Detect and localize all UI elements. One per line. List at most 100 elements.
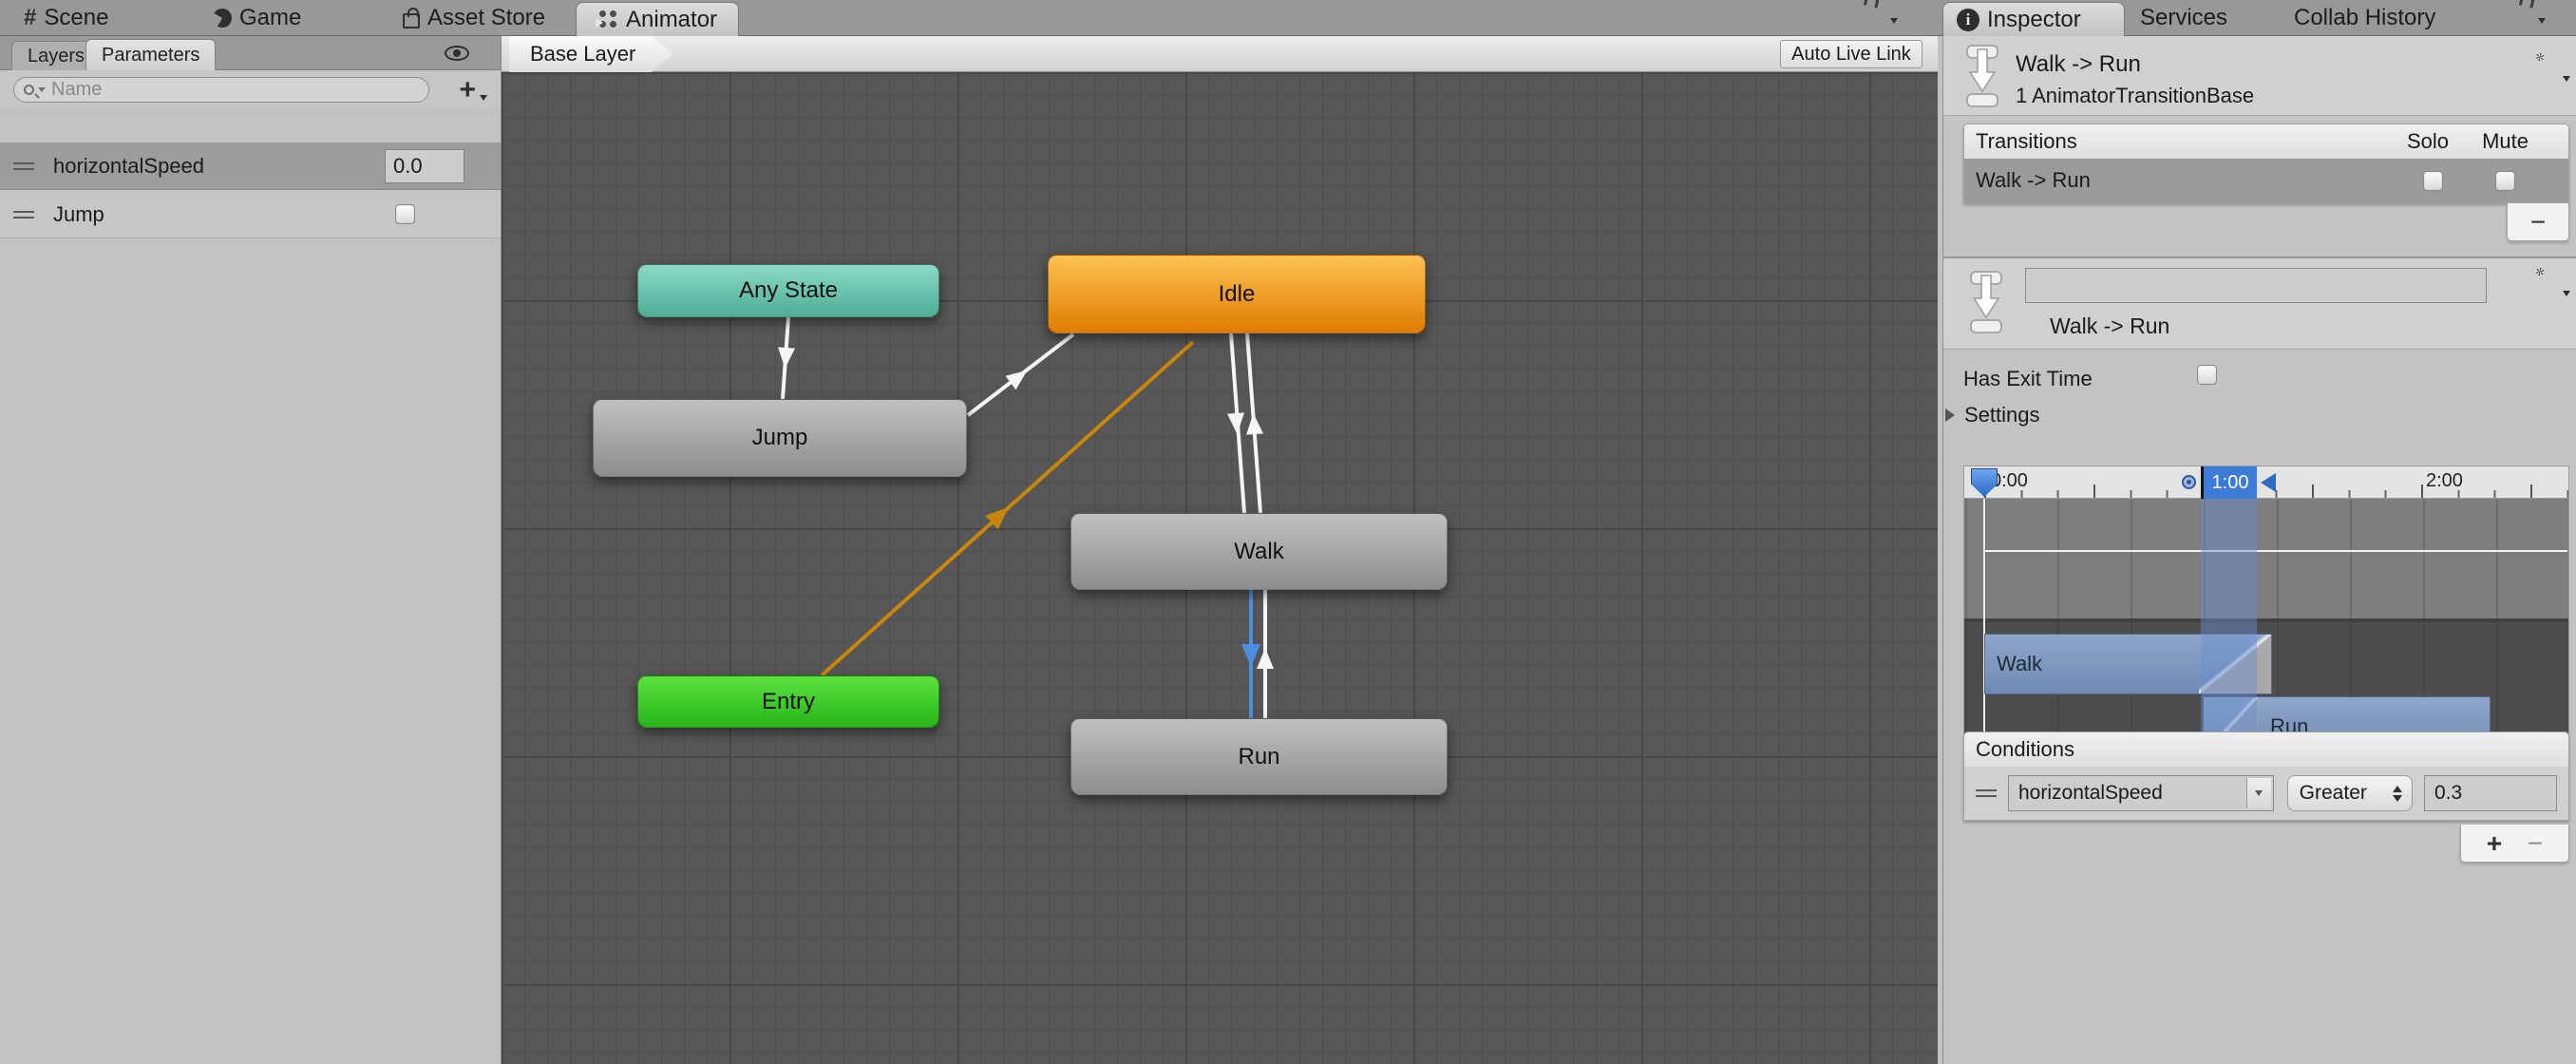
tab-services[interactable]: Services bbox=[2140, 0, 2227, 36]
transition-timeline[interactable]: 0:00 2:00 1:00 Walk Run bbox=[1963, 466, 2569, 757]
condition-row: horizontalSpeed Greater bbox=[1964, 767, 2568, 820]
parameters-panel: Layers Parameters + horizontalSpeed Jump bbox=[0, 36, 502, 1064]
selected-time-label: 1:00 bbox=[2211, 471, 2249, 493]
parameter-name: Jump bbox=[53, 201, 104, 226]
transitions-section-header: Transitions Solo Mute bbox=[1964, 124, 2568, 159]
condition-operator-dropdown[interactable]: Greater bbox=[2286, 775, 2413, 811]
timeline-body[interactable]: Walk Run bbox=[1964, 499, 2568, 757]
condition-operator-value: Greater bbox=[2299, 782, 2367, 804]
state-node-label: Entry bbox=[761, 688, 815, 714]
condition-value-field[interactable] bbox=[2424, 775, 2557, 811]
drag-handle-icon[interactable] bbox=[1976, 789, 1997, 797]
has-exit-time-label: Has Exit Time bbox=[1963, 367, 2093, 390]
scene-grid-icon: # bbox=[24, 5, 37, 30]
drag-handle-icon[interactable] bbox=[13, 162, 34, 170]
selected-time-badge[interactable]: 1:00 bbox=[2201, 466, 2257, 499]
parameter-checkbox[interactable] bbox=[395, 204, 415, 224]
dropdown-arrow-segment bbox=[2245, 778, 2271, 808]
transition-name-block: Walk -> Run bbox=[1943, 258, 2576, 350]
tab-asset-store[interactable]: Asset Store bbox=[403, 0, 545, 36]
transitions-title: Transitions bbox=[1976, 129, 2077, 153]
transition-name-label: Walk -> Run bbox=[2050, 314, 2170, 338]
settings-foldout-label[interactable]: Settings bbox=[1964, 403, 2040, 428]
mute-checkbox[interactable] bbox=[2495, 170, 2515, 191]
add-parameter-button[interactable]: + bbox=[459, 74, 487, 106]
transition-name-field[interactable] bbox=[2025, 268, 2487, 303]
drag-handle-icon[interactable] bbox=[13, 210, 34, 218]
state-node-entry[interactable]: Entry bbox=[637, 675, 939, 728]
tab-collab-history-label: Collab History bbox=[2294, 5, 2436, 30]
chevron-down-icon bbox=[2255, 790, 2263, 796]
playhead-icon[interactable] bbox=[1971, 468, 1998, 497]
parameter-search-row: + bbox=[0, 70, 501, 108]
add-parameter-plus: + bbox=[459, 74, 476, 105]
has-exit-time-checkbox[interactable] bbox=[2197, 365, 2217, 385]
conditions-title: Conditions bbox=[1976, 737, 2074, 761]
settings-foldout-icon[interactable] bbox=[1945, 408, 1955, 422]
asset-store-bag-icon bbox=[403, 8, 420, 28]
tab-game-label: Game bbox=[239, 5, 302, 30]
parameter-name: horizontalSpeed bbox=[53, 153, 205, 178]
inspector-panel: Walk -> Run 1 AnimatorTransitionBase Tra… bbox=[1942, 36, 2576, 1064]
parameter-row-jump[interactable]: Jump bbox=[0, 191, 501, 238]
parameter-search-field[interactable] bbox=[13, 77, 429, 103]
tab-collab-history[interactable]: Collab History bbox=[2294, 0, 2435, 36]
auto-live-link-label: Auto Live Link bbox=[1791, 43, 1911, 65]
timeline-ruler[interactable]: 0:00 2:00 1:00 bbox=[1964, 466, 2568, 499]
state-node-label: Walk bbox=[1234, 538, 1284, 564]
transition-icon bbox=[1966, 45, 1998, 107]
layer-breadcrumb-bar: Base Layer Auto Live Link bbox=[502, 36, 1938, 72]
tab-scene[interactable]: # Scene bbox=[24, 0, 108, 36]
playhead-line bbox=[1983, 499, 1985, 745]
state-node-walk[interactable]: Walk bbox=[1070, 513, 1448, 590]
gear-dropdown-icon bbox=[2563, 291, 2570, 296]
parameters-panel-tabs: Layers Parameters bbox=[0, 36, 501, 70]
parameter-value-field[interactable] bbox=[385, 148, 464, 183]
exit-time-marker-icon[interactable] bbox=[2261, 473, 2276, 492]
ruler-label-2: 2:00 bbox=[2426, 470, 2463, 491]
state-node-label: Jump bbox=[751, 425, 808, 450]
breadcrumb-label: Base Layer bbox=[530, 42, 636, 66]
animator-graph-panel: Base Layer Auto Live Link Any State Idle… bbox=[502, 36, 1938, 1064]
state-node-run[interactable]: Run bbox=[1070, 718, 1448, 795]
parameter-row-horizontalspeed[interactable]: horizontalSpeed bbox=[0, 142, 501, 190]
eye-icon[interactable] bbox=[445, 46, 469, 61]
inspector-title: Walk -> Run bbox=[2016, 51, 2141, 77]
state-machine-canvas[interactable]: Any State Idle Jump Walk Entry Run bbox=[502, 72, 1938, 1064]
state-node-any-state[interactable]: Any State bbox=[637, 264, 939, 317]
condition-parameter-dropdown[interactable]: horizontalSpeed bbox=[2008, 775, 2274, 811]
breadcrumb-base-layer[interactable]: Base Layer bbox=[509, 36, 672, 72]
transition-row-label: Walk -> Run bbox=[1976, 168, 2091, 192]
search-input[interactable] bbox=[51, 79, 393, 101]
gear-dropdown-icon bbox=[2563, 76, 2570, 82]
state-node-label: Run bbox=[1238, 743, 1280, 770]
transition-row-walk-run[interactable]: Walk -> Run bbox=[1964, 159, 2568, 202]
inspector-header: Walk -> Run 1 AnimatorTransitionBase bbox=[1943, 36, 2576, 116]
game-icon bbox=[213, 9, 232, 28]
auto-live-link-button[interactable]: Auto Live Link bbox=[1780, 40, 1923, 68]
state-node-idle[interactable]: Idle bbox=[1048, 255, 1426, 333]
stepper-arrows-icon bbox=[2393, 785, 2402, 802]
remove-transition-button[interactable]: − bbox=[2530, 207, 2546, 238]
transition-remove-tray: − bbox=[2507, 203, 2569, 241]
tab-animator[interactable]: Animator bbox=[576, 2, 740, 36]
tab-services-label: Services bbox=[2140, 5, 2228, 30]
transition-offset-marker-icon[interactable] bbox=[2182, 475, 2196, 489]
solo-column-label: Solo bbox=[2406, 129, 2449, 153]
condition-parameter-value: horizontalSpeed bbox=[2018, 782, 2163, 804]
inspector-info-icon: i bbox=[1957, 8, 1979, 31]
solo-checkbox[interactable] bbox=[2423, 170, 2443, 191]
tab-parameters[interactable]: Parameters bbox=[85, 39, 217, 70]
remove-condition-button[interactable]: − bbox=[2528, 828, 2543, 859]
add-condition-button[interactable]: + bbox=[2487, 828, 2502, 859]
conditions-section: Conditions horizontalSpeed Greater bbox=[1963, 732, 2569, 821]
top-tab-bar: # Scene Game Asset Store Animator i Insp… bbox=[0, 0, 2576, 36]
tab-inspector[interactable]: i Inspector bbox=[1942, 2, 2125, 36]
state-node-jump[interactable]: Jump bbox=[593, 399, 967, 477]
tab-parameters-label: Parameters bbox=[102, 44, 200, 66]
unity-editor-window: { "window": { "tabs": [ { "label": "Scen… bbox=[0, 0, 2576, 1064]
mute-column-label: Mute bbox=[2482, 129, 2529, 153]
transition-selection-band[interactable] bbox=[2201, 499, 2257, 745]
animator-icon bbox=[596, 10, 618, 30]
tab-game[interactable]: Game bbox=[213, 0, 301, 36]
